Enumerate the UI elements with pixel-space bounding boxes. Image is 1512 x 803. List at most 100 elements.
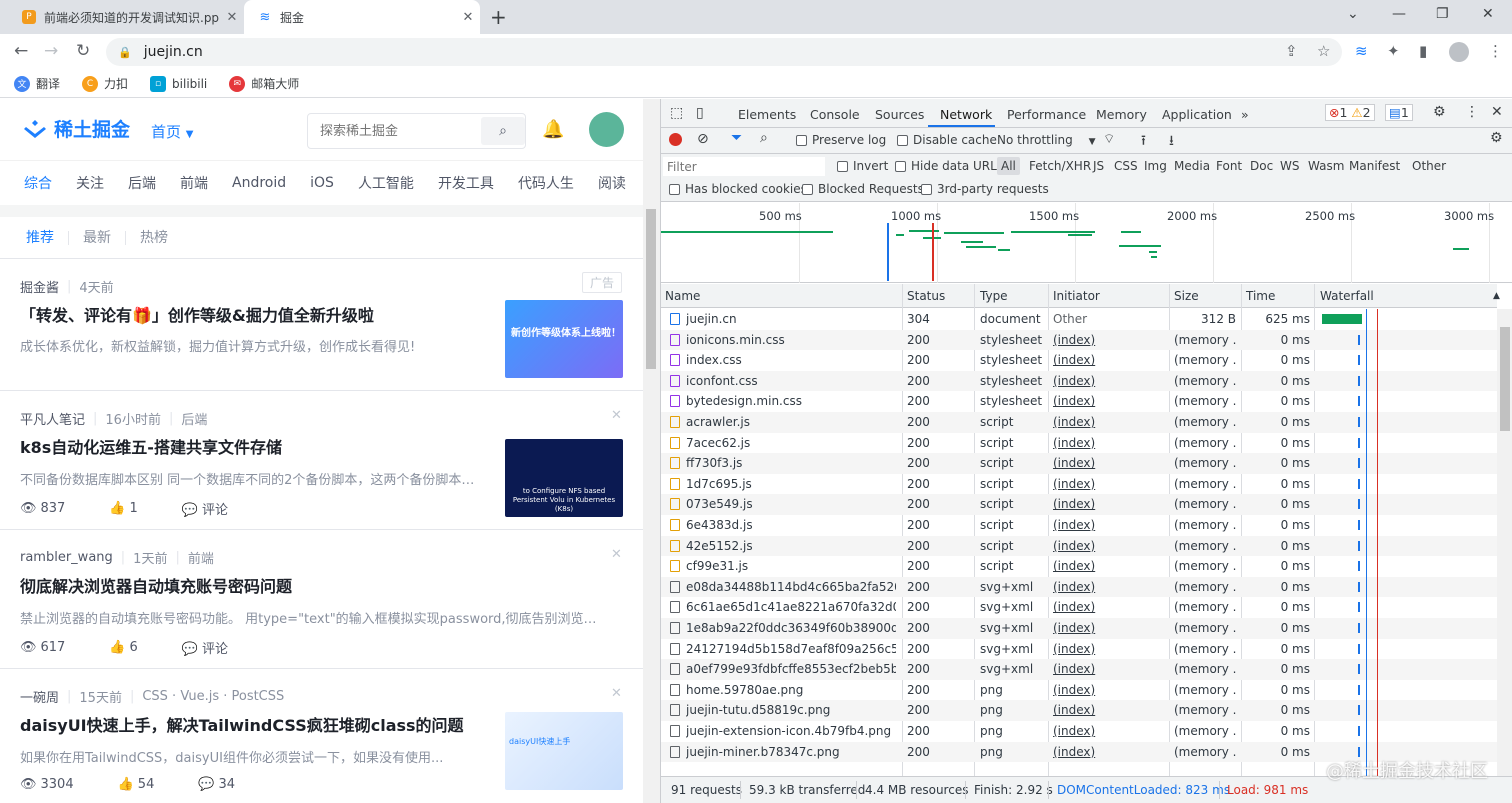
notification-bell-icon[interactable]: 🔔: [542, 119, 564, 140]
extensions-icon[interactable]: ✦: [1387, 42, 1400, 60]
invert-checkbox[interactable]: Invert: [837, 159, 888, 173]
type-filter-doc[interactable]: Doc: [1250, 159, 1273, 173]
request-row[interactable]: iconfont.css 200 stylesheet (index) (memory …: [661, 370, 1497, 392]
tab-latest[interactable]: 最新: [69, 230, 126, 245]
browser-tab-juejin[interactable]: ≋ 掘金 ✕: [244, 0, 480, 34]
request-initiator[interactable]: (index): [1053, 415, 1163, 429]
request-initiator[interactable]: (index): [1053, 518, 1163, 532]
column-waterfall[interactable]: Waterfall: [1320, 289, 1374, 303]
sort-ascending-icon[interactable]: ▲: [1493, 291, 1500, 301]
hide-data-urls-checkbox[interactable]: Hide data URLs: [895, 159, 1003, 173]
messages-counter[interactable]: ▤1: [1385, 104, 1413, 121]
tab-search-icon[interactable]: ⌄: [1347, 6, 1359, 22]
request-initiator[interactable]: (index): [1053, 497, 1163, 511]
comments-stat[interactable]: 💬 评论: [182, 499, 250, 518]
home-dropdown[interactable]: 首页 ▼: [151, 121, 194, 142]
tab-application[interactable]: Application: [1162, 107, 1232, 122]
request-row[interactable]: index.css 200 stylesheet (index) (memory ...…: [661, 350, 1497, 371]
request-row[interactable]: juejin.cn 304 document Other 312 B 625 ms: [661, 309, 1497, 330]
category-item[interactable]: 前端: [180, 173, 208, 193]
third-party-checkbox[interactable]: 3rd-party requests: [921, 182, 1049, 196]
request-initiator[interactable]: (index): [1053, 621, 1163, 635]
request-list-scrollbar[interactable]: [1497, 309, 1512, 776]
request-initiator[interactable]: (index): [1053, 394, 1163, 408]
request-row[interactable]: 073e549.js 200 script (index) (memory ... 0 m…: [661, 494, 1497, 515]
import-har-icon[interactable]: ⭱: [1141, 130, 1146, 154]
tab-performance[interactable]: Performance: [1007, 107, 1086, 122]
request-initiator[interactable]: (index): [1053, 600, 1163, 614]
throttling-select[interactable]: No throttling ▼: [997, 133, 1096, 147]
request-row[interactable]: 6e4383d.js 200 script (index) (memory ... 0 m…: [661, 515, 1497, 536]
tab-sources[interactable]: Sources: [875, 107, 924, 122]
bookmark-translate[interactable]: 文 翻译: [14, 75, 60, 92]
request-row[interactable]: home.59780ae.png 200 png (index) (memory ...…: [661, 680, 1497, 701]
juejin-logo[interactable]: 稀土掘金: [22, 115, 130, 142]
comments-stat[interactable]: 💬 34: [198, 777, 257, 792]
filter-icon[interactable]: ⏷: [731, 130, 742, 146]
close-tab-icon[interactable]: ✕: [456, 10, 480, 25]
forward-icon[interactable]: →: [44, 41, 58, 61]
close-window-button[interactable]: ✕: [1482, 6, 1494, 22]
search-box[interactable]: ⌕: [307, 113, 526, 149]
request-row[interactable]: 42e5152.js 200 script (index) (memory ... 0 m…: [661, 535, 1497, 557]
record-icon[interactable]: [669, 133, 682, 146]
article-title[interactable]: 「转发、评论有🎁」创作等级&掘力值全新升级啦: [20, 302, 374, 326]
network-settings-icon[interactable]: ⚙: [1490, 130, 1503, 146]
article-tags[interactable]: 前端: [188, 548, 214, 567]
request-initiator[interactable]: (index): [1053, 456, 1163, 470]
network-overview-timeline[interactable]: 500 ms 1000 ms 1500 ms 2000 ms 2500 ms 3…: [661, 203, 1512, 283]
type-filter-other[interactable]: Other: [1412, 159, 1446, 173]
request-initiator[interactable]: (index): [1053, 662, 1163, 676]
dismiss-icon[interactable]: ✕: [611, 686, 622, 701]
type-filter-manifest[interactable]: Manifest: [1349, 159, 1400, 173]
request-initiator[interactable]: (index): [1053, 745, 1163, 759]
article-thumbnail[interactable]: to Configure NFS based Persistent Volu i…: [505, 439, 623, 517]
maximize-button[interactable]: ❐: [1436, 6, 1449, 22]
category-item[interactable]: 开发工具: [438, 173, 494, 193]
clear-icon[interactable]: ⊘: [697, 131, 709, 147]
tab-memory[interactable]: Memory: [1096, 107, 1147, 122]
request-initiator[interactable]: (index): [1053, 333, 1163, 347]
request-row[interactable]: acrawler.js 200 script (index) (memory ... 0 …: [661, 412, 1497, 433]
lock-icon[interactable]: 🔒: [118, 46, 132, 59]
network-conditions-icon[interactable]: ⌔: [1103, 131, 1115, 147]
request-initiator[interactable]: (index): [1053, 477, 1163, 491]
category-item[interactable]: 代码人生: [518, 173, 574, 193]
category-item[interactable]: iOS: [310, 175, 334, 191]
request-initiator[interactable]: (index): [1053, 580, 1163, 594]
tab-network[interactable]: Network: [940, 107, 992, 122]
blocked-requests-checkbox[interactable]: Blocked Requests: [802, 182, 924, 196]
request-row[interactable]: bytedesign.min.css 200 stylesheet (index) (m…: [661, 391, 1497, 412]
bookmark-leetcode[interactable]: C 力扣: [82, 75, 128, 92]
avatar[interactable]: [589, 112, 624, 147]
type-filter-font[interactable]: Font: [1216, 159, 1242, 173]
dismiss-icon[interactable]: ✕: [611, 408, 622, 423]
request-row[interactable]: ionicons.min.css 200 stylesheet (index) (mem…: [661, 329, 1497, 351]
type-filter-img[interactable]: Img: [1144, 159, 1167, 173]
search-icon[interactable]: ⌕: [760, 130, 768, 146]
category-item[interactable]: Android: [232, 175, 286, 191]
type-filter-css[interactable]: CSS: [1114, 159, 1138, 173]
article-title[interactable]: 彻底解决浏览器自动填充账号密码问题: [20, 573, 292, 597]
request-initiator[interactable]: (index): [1053, 559, 1163, 573]
article-author[interactable]: rambler_wang: [20, 550, 113, 565]
category-item[interactable]: 后端: [128, 173, 156, 193]
type-filter-wasm[interactable]: Wasm: [1308, 159, 1344, 173]
search-input[interactable]: [308, 114, 482, 148]
type-filter-js[interactable]: JS: [1093, 159, 1104, 173]
type-filter-all[interactable]: All: [997, 157, 1020, 175]
address-bar[interactable]: 🔒 juejin.cn: [106, 38, 1342, 66]
article-thumbnail[interactable]: daisyUI快速上手: [505, 712, 623, 790]
more-tabs-icon[interactable]: »: [1241, 107, 1249, 122]
bookmark-bilibili[interactable]: ▫ bilibili: [150, 75, 207, 92]
tab-hot[interactable]: 热榜: [126, 231, 182, 245]
category-item[interactable]: 关注: [76, 173, 104, 193]
export-har-icon[interactable]: ⭳: [1169, 130, 1174, 154]
close-devtools-icon[interactable]: ✕: [1491, 104, 1503, 120]
category-item[interactable]: 阅读: [598, 173, 626, 193]
article-author[interactable]: 一碗周: [20, 687, 59, 706]
article-item[interactable]: 掘金酱 | 4天前 广告 「转发、评论有🎁」创作等级&掘力值全新升级啦 成长体系…: [0, 260, 643, 391]
filter-input[interactable]: [663, 157, 825, 176]
minimize-button[interactable]: —: [1392, 6, 1406, 22]
tab-console[interactable]: Console: [810, 107, 860, 122]
